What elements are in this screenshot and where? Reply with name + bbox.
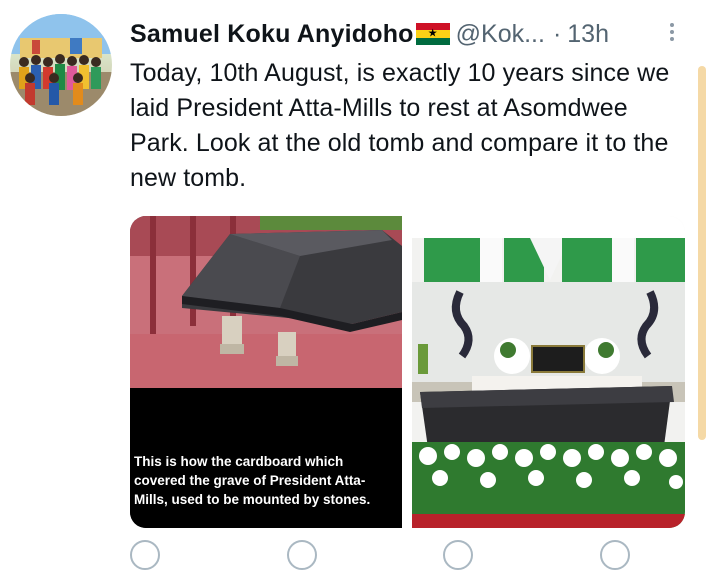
scrollbar[interactable]: [698, 66, 706, 440]
tweet-actions: [130, 540, 630, 570]
like-icon[interactable]: [443, 540, 474, 570]
avatar-image: [10, 14, 112, 116]
ghana-flag-icon: ★: [415, 23, 450, 45]
new-tomb-image: [412, 216, 685, 528]
tweet-text: Today, 10th August, is exactly 10 years …: [130, 59, 670, 192]
separator-dot: ·: [552, 19, 562, 48]
author-name[interactable]: Samuel Koku Anyidoho: [130, 20, 414, 49]
avatar[interactable]: [10, 14, 112, 116]
reply-icon[interactable]: [130, 540, 160, 570]
timestamp[interactable]: 13h: [567, 20, 609, 49]
retweet-icon[interactable]: [286, 540, 317, 570]
tweet-header: Samuel Koku Anyidoho ★ @Kok... · 13h: [130, 18, 680, 50]
media-caption: This is how the cardboard which covered …: [134, 454, 371, 507]
media-photo-new-tomb[interactable]: [412, 216, 685, 528]
share-icon[interactable]: [599, 540, 630, 570]
media-photo-old-tomb[interactable]: This is how the cardboard which covered …: [130, 216, 402, 528]
media-grid: This is how the cardboard which covered …: [130, 216, 685, 528]
more-vertical-icon[interactable]: [662, 18, 682, 46]
author-handle[interactable]: @Kok...: [456, 20, 545, 49]
